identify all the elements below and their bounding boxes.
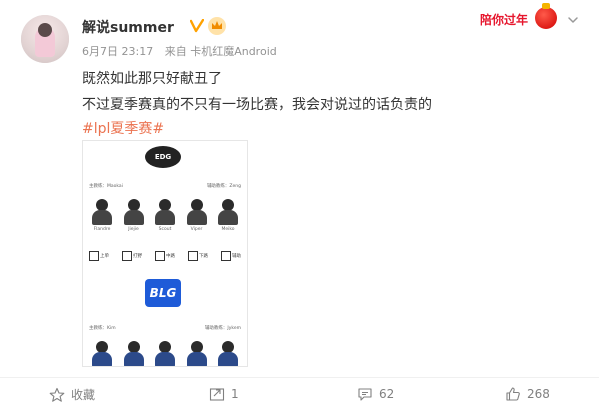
thumbs-up-icon bbox=[506, 387, 520, 401]
user-name[interactable]: 解说summer bbox=[82, 17, 174, 37]
post-hashtag[interactable]: #lpl夏季赛# bbox=[82, 118, 164, 138]
player-photo bbox=[121, 341, 147, 366]
chevron-down-icon[interactable] bbox=[567, 14, 579, 26]
repost-count: 1 bbox=[231, 387, 239, 401]
player-photo bbox=[215, 341, 241, 366]
team2-logo: BLG bbox=[145, 279, 181, 307]
team1-player-names: Flandre Jiejie Scout Viper Meiko bbox=[89, 227, 241, 232]
role-support: 辅助 bbox=[221, 251, 241, 261]
player-photo bbox=[184, 341, 210, 366]
player-name: Meiko bbox=[221, 227, 235, 232]
promo-text: 陪你过年 bbox=[480, 13, 529, 27]
player-photo bbox=[89, 341, 115, 366]
role-support-icon bbox=[221, 251, 231, 261]
player-photo bbox=[152, 341, 178, 366]
player-name: Flandre bbox=[93, 227, 111, 232]
team2-coach: 主教练：Kim bbox=[89, 326, 116, 331]
user-avatar[interactable] bbox=[21, 15, 69, 63]
player-name: Jiejie bbox=[128, 227, 139, 232]
team2-assistant: 辅助教练：Jykem bbox=[204, 326, 241, 331]
avatar-head bbox=[38, 23, 52, 37]
role-jungle: 打野 bbox=[122, 251, 142, 261]
team2-player-photos bbox=[89, 341, 241, 366]
role-row: 上单 打野 中路 下路 辅助 bbox=[89, 251, 241, 261]
player-photo bbox=[152, 199, 178, 225]
role-mid-icon bbox=[155, 251, 165, 261]
repost-button[interactable]: 1 bbox=[209, 386, 239, 402]
like-button[interactable]: 268 bbox=[505, 386, 550, 402]
role-top: 上单 bbox=[89, 251, 109, 261]
collect-label: 收藏 bbox=[71, 388, 96, 402]
player-photo bbox=[215, 199, 241, 225]
team1-coach: 主教练：Maokai bbox=[89, 184, 123, 189]
lantern-icon bbox=[535, 3, 557, 29]
like-count: 268 bbox=[527, 387, 550, 401]
collect-button[interactable]: 收藏 bbox=[49, 386, 95, 403]
verified-badge-icon bbox=[190, 19, 204, 33]
role-top-icon bbox=[89, 251, 99, 261]
repost-icon bbox=[209, 388, 225, 401]
player-photo bbox=[121, 199, 147, 225]
role-bot: 下路 bbox=[188, 251, 208, 261]
comment-button[interactable]: 62 bbox=[357, 386, 394, 402]
post-meta: 6月7日 23:17 来自 卡机红魔Android bbox=[82, 43, 277, 59]
member-crown-icon[interactable] bbox=[207, 16, 227, 36]
player-name: Scout bbox=[158, 227, 172, 232]
comment-icon bbox=[358, 388, 372, 401]
role-bot-icon bbox=[188, 251, 198, 261]
team1-player-photos bbox=[89, 199, 241, 225]
star-icon bbox=[49, 387, 65, 402]
player-name: Viper bbox=[190, 227, 203, 232]
post-image[interactable]: EDG 主教练：Maokai 辅助教练：Zeng Flandre Jiejie … bbox=[82, 140, 248, 367]
role-jungle-icon bbox=[122, 251, 132, 261]
post-text-line2: 不过夏季赛真的不只有一场比赛，我会对说过的话负责的 bbox=[82, 97, 432, 113]
post-source: 来自 卡机红魔Android bbox=[164, 45, 277, 58]
post-text-line1: 既然如此那只好献丑了 bbox=[82, 71, 222, 87]
player-photo bbox=[184, 199, 210, 225]
role-mid: 中路 bbox=[155, 251, 175, 261]
player-photo bbox=[89, 199, 115, 225]
team1-assistant: 辅助教练：Zeng bbox=[206, 184, 241, 189]
team1-logo: EDG bbox=[145, 146, 181, 168]
comment-count: 62 bbox=[379, 387, 395, 401]
post-date[interactable]: 6月7日 23:17 bbox=[82, 45, 153, 58]
action-divider bbox=[0, 377, 599, 378]
